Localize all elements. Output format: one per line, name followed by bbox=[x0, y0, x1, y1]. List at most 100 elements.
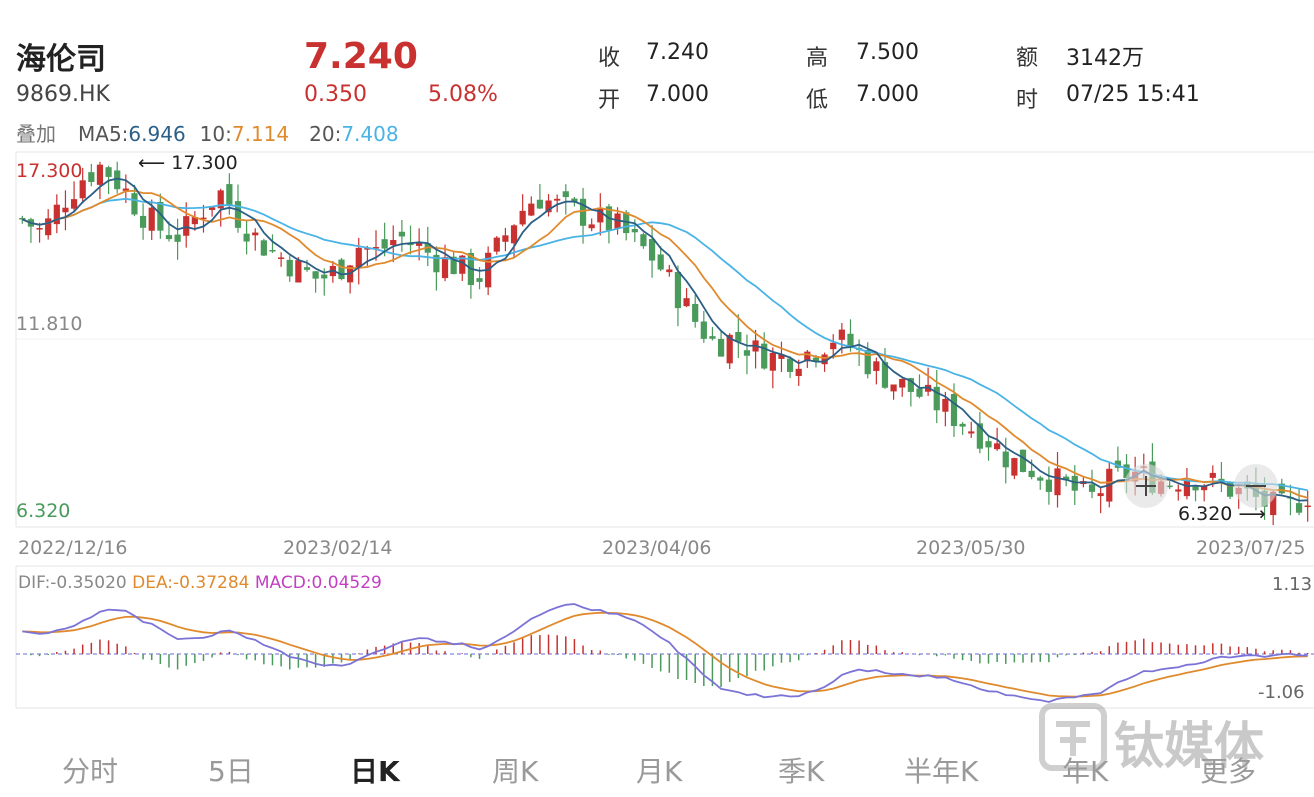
candle-body bbox=[700, 321, 707, 339]
candle-body bbox=[510, 225, 518, 244]
dea-value: DEA:-0.37284 bbox=[132, 573, 250, 593]
candle-body bbox=[950, 393, 958, 427]
date-label-2: 2023/02/14 bbox=[283, 537, 393, 559]
tab-daily-k[interactable]: 日K bbox=[350, 750, 400, 790]
candle-body bbox=[830, 342, 837, 350]
candle-body bbox=[1028, 470, 1035, 478]
candle-body bbox=[786, 358, 794, 372]
min-price-value: 6.320 bbox=[1178, 503, 1233, 525]
candle-body bbox=[1209, 472, 1216, 478]
candle-body bbox=[959, 423, 966, 427]
y-axis-mid-label: 11.810 bbox=[16, 313, 83, 335]
candle-body bbox=[562, 191, 569, 198]
candle-body bbox=[174, 234, 181, 242]
tab-yearly-k[interactable]: 年K bbox=[1062, 750, 1108, 790]
min-price-marker: 6.320 ⟶ bbox=[1178, 503, 1266, 525]
tab-weekly-k[interactable]: 周K bbox=[492, 750, 538, 790]
candle-body bbox=[994, 443, 1001, 450]
candle-body bbox=[674, 271, 682, 309]
tab-quarterly-k[interactable]: 季K bbox=[778, 750, 824, 790]
ma10-line bbox=[21, 189, 1308, 499]
tab-intraday[interactable]: 分时 bbox=[62, 750, 118, 790]
candle-body bbox=[139, 215, 147, 228]
candle-body bbox=[579, 198, 587, 226]
candle-body bbox=[648, 239, 656, 261]
candle-body bbox=[312, 271, 319, 279]
date-label-4: 2023/05/30 bbox=[916, 537, 1026, 559]
candle-body bbox=[916, 388, 923, 397]
candle-body bbox=[1304, 505, 1311, 508]
candle-body bbox=[131, 193, 138, 215]
candle-body bbox=[631, 229, 638, 233]
candle-body bbox=[942, 398, 949, 412]
candle-body bbox=[105, 167, 112, 177]
candle-body bbox=[252, 232, 259, 236]
candle-body bbox=[303, 267, 311, 270]
candle-body bbox=[278, 257, 285, 259]
candle-body bbox=[1192, 486, 1199, 491]
candle-body bbox=[381, 239, 388, 249]
candle-body bbox=[795, 368, 802, 377]
candle-body bbox=[96, 164, 104, 185]
tab-halfyear-k[interactable]: 半年K bbox=[904, 750, 978, 790]
candle-body bbox=[743, 350, 751, 356]
candle-body bbox=[985, 441, 992, 448]
candle-body bbox=[1295, 503, 1303, 513]
candle-body bbox=[148, 207, 155, 231]
candle-body bbox=[183, 216, 190, 236]
candle-body bbox=[36, 228, 43, 230]
candle-body bbox=[528, 203, 535, 216]
candle-body bbox=[1045, 479, 1052, 492]
date-label-5: 2023/07/25 bbox=[1196, 537, 1306, 559]
candle-body bbox=[79, 180, 86, 199]
candle-body bbox=[62, 207, 69, 213]
tab-monthly-k[interactable]: 月K bbox=[636, 750, 682, 790]
candle-body bbox=[873, 361, 880, 371]
candle-body bbox=[493, 237, 500, 252]
date-label-1: 2022/12/16 bbox=[18, 537, 128, 559]
y-axis-min-label: 6.320 bbox=[16, 500, 71, 522]
candle-body bbox=[441, 257, 449, 279]
candle-body bbox=[899, 378, 906, 388]
candle-body bbox=[226, 184, 233, 207]
candle-body bbox=[1054, 468, 1061, 496]
kline-chart[interactable] bbox=[0, 0, 1314, 740]
candle-body bbox=[338, 259, 345, 280]
tab-more[interactable]: 更多 bbox=[1200, 750, 1256, 790]
candle-body bbox=[1002, 451, 1009, 468]
candle-body bbox=[295, 260, 302, 283]
candle-body bbox=[683, 298, 690, 307]
candle-body bbox=[890, 384, 897, 392]
macd-max-label: 1.13 bbox=[1272, 574, 1313, 595]
candle-body bbox=[1088, 484, 1096, 492]
candle-body bbox=[1019, 449, 1027, 472]
candle-body bbox=[709, 336, 716, 339]
candle-body bbox=[1183, 480, 1191, 497]
candle-body bbox=[717, 338, 725, 357]
candle-body bbox=[260, 240, 267, 256]
ma5-line bbox=[21, 177, 1308, 502]
candle-body bbox=[502, 235, 509, 242]
candle-body bbox=[864, 350, 871, 375]
candle-body bbox=[45, 218, 52, 236]
macd-legend: DIF:-0.35020 DEA:-0.37284 MACD:0.04529 bbox=[18, 573, 382, 593]
candle-body bbox=[165, 235, 173, 240]
candle-body bbox=[88, 172, 95, 182]
dif-value: DIF:-0.35020 bbox=[18, 573, 127, 593]
tab-5day[interactable]: 5日 bbox=[208, 750, 254, 790]
macd-value: MACD:0.04529 bbox=[254, 573, 382, 593]
candle-body bbox=[666, 269, 673, 273]
candle-body bbox=[554, 198, 561, 201]
y-axis-max-label: 17.300 bbox=[16, 160, 83, 182]
candle-body bbox=[321, 274, 328, 279]
candle-body bbox=[1011, 458, 1018, 476]
candle-body bbox=[398, 231, 405, 237]
candle-body bbox=[838, 329, 845, 340]
candle-body bbox=[286, 259, 293, 277]
ma20-line bbox=[21, 197, 1308, 492]
candle-body bbox=[243, 233, 250, 242]
dif-line bbox=[22, 603, 1308, 703]
max-price-marker: ⟵ 17.300 bbox=[138, 152, 238, 174]
period-tab-bar: 分时 5日 日K 周K 月K 季K 半年K 年K 更多 bbox=[0, 740, 1314, 797]
candle-body bbox=[519, 210, 526, 225]
